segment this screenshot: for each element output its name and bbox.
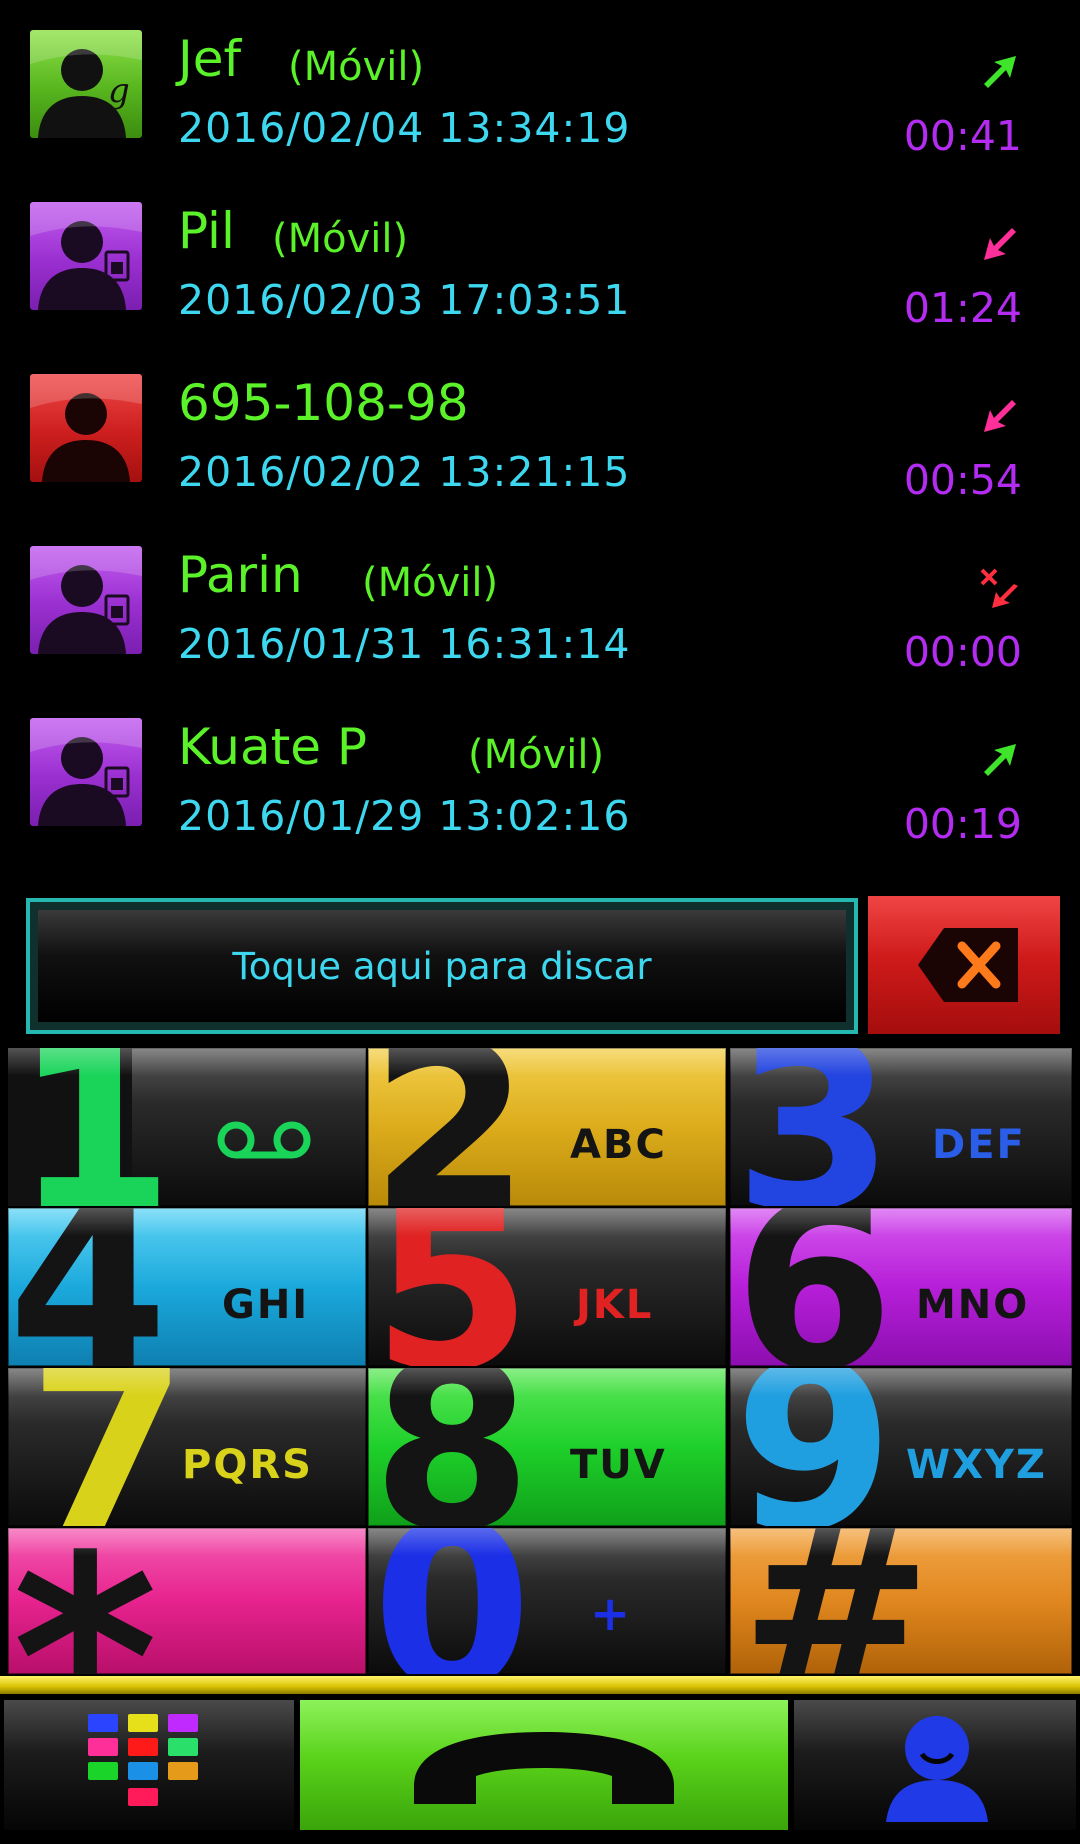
call-log-row[interactable]: Parin (Móvil) 2016/01/31 16:31:14 00:00 — [0, 516, 1080, 688]
key-1[interactable]: 1 — [8, 1048, 366, 1206]
call-log-row[interactable]: g Jef (Móvil) 2016/02/04 13:34:19 00:41 — [0, 0, 1080, 172]
contacts-button[interactable] — [794, 1700, 1076, 1830]
key-7[interactable]: 7 PQRS — [8, 1368, 366, 1526]
key-letters: PQRS — [182, 1442, 313, 1488]
key-letters: JKL — [576, 1282, 654, 1328]
key-4[interactable]: 4 GHI — [8, 1208, 366, 1366]
key-hash[interactable]: # — [730, 1528, 1072, 1674]
incoming-call-arrow-icon — [984, 228, 1016, 260]
key-letters: TUV — [570, 1442, 667, 1488]
unknown-contact-avatar-icon — [30, 374, 142, 482]
key-letters: + — [590, 1586, 633, 1642]
missed-call-icon — [980, 568, 1018, 608]
sim-contact-avatar-icon — [30, 546, 142, 654]
apps-button[interactable] — [4, 1700, 294, 1830]
call-timestamp: 2016/01/29 13:02:16 — [178, 792, 631, 840]
contact-name: Parin — [178, 546, 303, 604]
key-0[interactable]: 0 + — [368, 1528, 726, 1674]
key-2[interactable]: 2 ABC — [368, 1048, 726, 1206]
divider-line — [0, 1676, 1080, 1694]
key-9[interactable]: 9 WXYZ — [730, 1368, 1072, 1526]
phone-type-label: (Móvil) — [288, 44, 425, 90]
svg-text:g: g — [108, 71, 130, 111]
dial-number-field[interactable]: Toque aqui para discar — [26, 898, 858, 1034]
phone-handset-icon — [414, 1732, 674, 1804]
key-letters: MNO — [916, 1282, 1030, 1328]
incoming-call-arrow-icon — [984, 400, 1016, 432]
key-letters: GHI — [222, 1282, 310, 1328]
phone-type-label: (Móvil) — [272, 216, 409, 262]
key-letters: DEF — [932, 1122, 1026, 1168]
call-duration: 00:54 — [903, 456, 1022, 504]
sim-contact-avatar-icon — [30, 718, 142, 826]
call-duration: 00:00 — [903, 628, 1022, 676]
key-star[interactable]: * — [8, 1528, 366, 1674]
outgoing-call-arrow-icon — [984, 744, 1016, 776]
phone-type-label: (Móvil) — [362, 560, 499, 606]
contact-name: Jef — [178, 30, 242, 88]
call-log-row[interactable]: Kuate P (Móvil) 2016/01/29 13:02:16 00:1… — [0, 688, 1080, 860]
call-button[interactable] — [300, 1700, 788, 1830]
key-6[interactable]: 6 MNO — [730, 1208, 1072, 1366]
call-log-row[interactable]: Pil (Móvil) 2016/02/03 17:03:51 01:24 — [0, 172, 1080, 344]
key-letters: ABC — [570, 1122, 667, 1168]
backspace-button[interactable] — [868, 896, 1060, 1034]
contact-name: Pil — [178, 202, 235, 260]
call-timestamp: 2016/02/02 13:21:15 — [178, 448, 631, 496]
call-timestamp: 2016/01/31 16:31:14 — [178, 620, 631, 668]
contact-name: Kuate P — [178, 718, 368, 776]
call-timestamp: 2016/02/03 17:03:51 — [178, 276, 631, 324]
call-timestamp: 2016/02/04 13:34:19 — [178, 104, 631, 152]
call-duration: 00:19 — [903, 800, 1022, 848]
outgoing-call-arrow-icon — [984, 56, 1016, 88]
google-contact-avatar-icon: g — [30, 30, 142, 138]
app-grid-icon — [88, 1714, 198, 1806]
contact-name: 695-108-98 — [178, 374, 469, 432]
backspace-x-icon — [918, 928, 1018, 1002]
call-log-row[interactable]: 695-108-98 2016/02/02 13:21:15 00:54 — [0, 344, 1080, 516]
dial-placeholder: Toque aqui para discar — [38, 910, 846, 1022]
contact-person-icon — [886, 1716, 988, 1822]
key-letters: WXYZ — [906, 1442, 1047, 1488]
sim-contact-avatar-icon — [30, 202, 142, 310]
call-duration: 01:24 — [903, 284, 1022, 332]
phone-type-label: (Móvil) — [468, 732, 605, 778]
key-8[interactable]: 8 TUV — [368, 1368, 726, 1526]
voicemail-icon — [217, 1121, 311, 1159]
call-duration: 00:41 — [903, 112, 1022, 160]
key-5[interactable]: 5 JKL — [368, 1208, 726, 1366]
key-3[interactable]: 3 DEF — [730, 1048, 1072, 1206]
